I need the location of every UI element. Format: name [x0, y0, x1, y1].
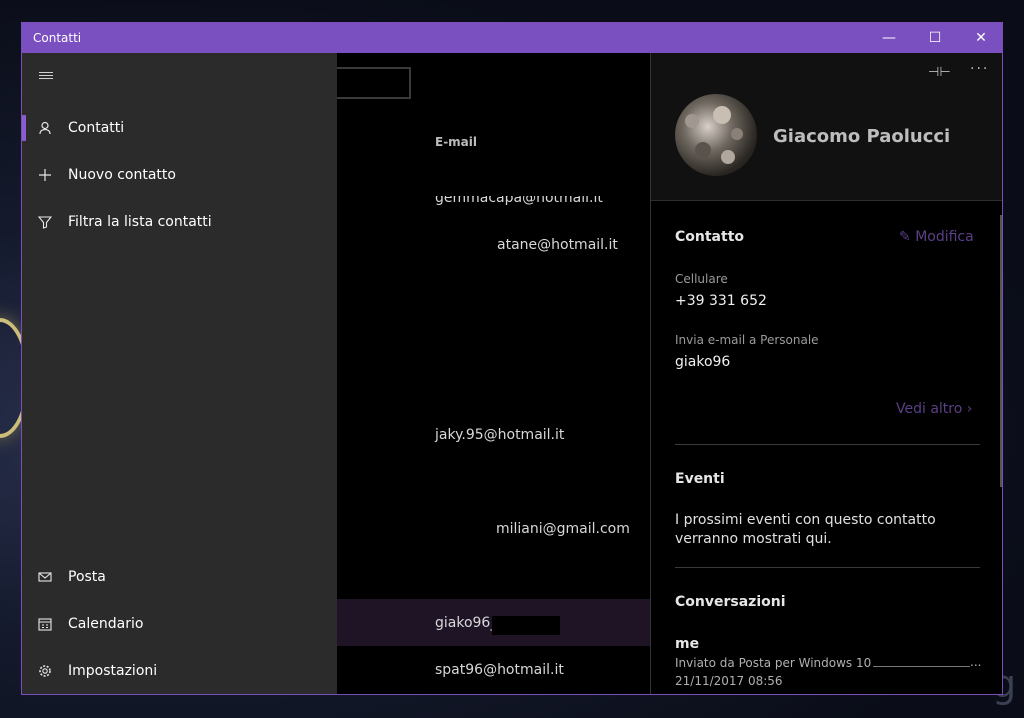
- sidebar-item-label: Impostazioni: [68, 663, 158, 679]
- sidebar-item-label: Nuovo contatto: [68, 167, 176, 183]
- conversation-preview-line: [873, 666, 970, 667]
- section-title-conversazioni: Conversazioni: [675, 594, 786, 610]
- minimize-button[interactable]: —: [866, 23, 912, 53]
- filter-icon: [22, 215, 68, 229]
- redaction-box: [492, 616, 560, 635]
- calendar-icon: [22, 617, 68, 631]
- contact-name: Giacomo Paolucci: [773, 126, 951, 147]
- sidebar-item-contatti[interactable]: Contatti: [22, 105, 337, 151]
- close-button[interactable]: ✕: [958, 23, 1002, 53]
- sidebar-item-calendario[interactable]: Calendario: [22, 601, 337, 647]
- minimize-icon: —: [882, 30, 896, 46]
- mobile-value[interactable]: +39 331 652: [675, 293, 767, 309]
- list-item-email[interactable]: jaky.95@hotmail.it: [435, 427, 564, 443]
- sidebar-item-label: Posta: [68, 569, 106, 585]
- conversation-subject[interactable]: Inviato da Posta per Windows 10: [675, 656, 871, 670]
- contacts-window: Contatti — ☐ ✕ Contatti Nuovo contatto F…: [21, 22, 1003, 695]
- list-item-email[interactable]: atane@hotmail.it: [497, 237, 618, 253]
- sidebar-item-label: Contatti: [68, 120, 125, 136]
- maximize-button[interactable]: ☐: [912, 23, 958, 53]
- list-item-email[interactable]: spat96@hotmail.it: [435, 662, 564, 678]
- events-empty-text: I prossimi eventi con questo contatto ve…: [675, 512, 936, 547]
- sidebar-item-label: Calendario: [68, 616, 144, 632]
- sidebar-item-label: Filtra la lista contatti: [68, 214, 212, 230]
- sidebar-item-posta[interactable]: Posta: [22, 554, 337, 600]
- sidebar-item-filtra[interactable]: Filtra la lista contatti: [22, 199, 337, 245]
- close-icon: ✕: [975, 30, 987, 46]
- sidebar-item-impostazioni[interactable]: Impostazioni: [22, 648, 337, 694]
- contact-list: E-mail gemmacapa@hotmail.it atane@hotmai…: [337, 53, 650, 694]
- conversation-sender[interactable]: me: [675, 636, 699, 652]
- column-header-email: E-mail: [435, 135, 478, 149]
- see-more-link[interactable]: Vedi altro ›: [896, 401, 972, 417]
- section-title-contatto: Contatto: [675, 229, 745, 245]
- conversation-ellipsis: ...: [970, 655, 982, 669]
- mobile-label: Cellulare: [675, 272, 728, 286]
- pencil-icon: ✎: [899, 229, 911, 245]
- navigation-pane: Contatti Nuovo contatto Filtra la lista …: [22, 53, 337, 694]
- email-label: Invia e-mail a Personale: [675, 333, 819, 347]
- pin-icon[interactable]: ⊣⊢: [928, 65, 951, 80]
- see-more-label: Vedi altro: [896, 401, 963, 417]
- email-value[interactable]: giako96: [675, 354, 730, 370]
- list-item-email[interactable]: giako96_: [435, 615, 497, 631]
- title-bar[interactable]: Contatti — ☐ ✕: [22, 23, 1002, 53]
- sidebar-item-nuovo-contatto[interactable]: Nuovo contatto: [22, 152, 337, 198]
- contact-header: ⊣⊢ ··· Giacomo Paolucci: [651, 53, 1002, 201]
- gear-icon: [22, 664, 68, 678]
- person-icon: [22, 121, 68, 135]
- search-input[interactable]: [337, 67, 411, 99]
- edit-label: Modifica: [915, 229, 974, 245]
- conversation-date: 21/11/2017 08:56: [675, 674, 783, 688]
- avatar: [675, 94, 757, 176]
- divider: [675, 567, 980, 568]
- contact-detail-pane: ⊣⊢ ··· Giacomo Paolucci Contatto ✎ Modif…: [650, 53, 1002, 694]
- edit-button[interactable]: ✎ Modifica: [899, 229, 974, 245]
- list-item-email[interactable]: gemmacapa@hotmail.it: [435, 196, 603, 206]
- divider: [675, 444, 980, 445]
- plus-icon: [22, 168, 68, 182]
- mail-icon: [22, 571, 68, 583]
- window-title: Contatti: [33, 31, 82, 45]
- hamburger-menu-icon[interactable]: [39, 72, 53, 80]
- more-options-icon[interactable]: ···: [970, 61, 989, 77]
- list-item-email[interactable]: miliani@gmail.com: [496, 521, 630, 537]
- section-title-eventi: Eventi: [675, 471, 725, 487]
- scrollbar[interactable]: [1000, 215, 1002, 487]
- maximize-icon: ☐: [928, 30, 942, 46]
- chevron-right-icon: ›: [966, 401, 973, 417]
